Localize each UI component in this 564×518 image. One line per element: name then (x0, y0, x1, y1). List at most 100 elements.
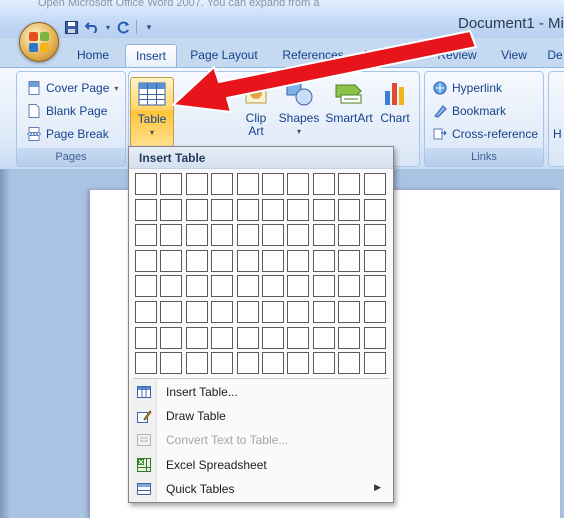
table-grid-cell[interactable] (160, 352, 182, 374)
table-grid-cell[interactable] (313, 275, 335, 297)
table-grid-cell[interactable] (287, 275, 309, 297)
table-grid-cell[interactable] (211, 250, 233, 272)
table-grid-cell[interactable] (287, 327, 309, 349)
table-grid-cell[interactable] (186, 199, 208, 221)
table-grid-cell[interactable] (135, 250, 157, 272)
table-grid-cell[interactable] (237, 327, 259, 349)
table-grid-cell[interactable] (262, 173, 284, 195)
undo-icon[interactable] (83, 18, 101, 36)
quick-tables-menu-item[interactable]: Quick Tables ▶ (129, 477, 393, 501)
table-grid-cell[interactable] (186, 173, 208, 195)
table-grid-cell[interactable] (135, 275, 157, 297)
table-grid-cell[interactable] (313, 173, 335, 195)
table-grid-cell[interactable] (211, 327, 233, 349)
blank-page-button[interactable]: Blank Page (27, 101, 107, 121)
tab-mailings[interactable]: Mailings (357, 44, 415, 68)
table-grid-cell[interactable] (237, 352, 259, 374)
clip-art-button[interactable]: Clip Art (233, 77, 279, 147)
table-grid-cell[interactable] (186, 275, 208, 297)
table-grid-cell[interactable] (338, 199, 360, 221)
table-grid-cell[interactable] (211, 352, 233, 374)
table-grid-cell[interactable] (262, 327, 284, 349)
table-grid-cell[interactable] (287, 250, 309, 272)
table-grid-cell[interactable] (237, 199, 259, 221)
tab-references[interactable]: References (277, 44, 349, 68)
table-grid-cell[interactable] (262, 352, 284, 374)
tab-developer[interactable]: De (546, 44, 564, 68)
table-grid-cell[interactable] (287, 173, 309, 195)
convert-text-menu-item[interactable]: Convert Text to Table... (129, 428, 393, 452)
table-grid-cell[interactable] (186, 250, 208, 272)
table-grid-cell[interactable] (135, 327, 157, 349)
table-grid-cell[interactable] (160, 199, 182, 221)
table-grid-cell[interactable] (338, 327, 360, 349)
save-icon[interactable] (62, 18, 80, 36)
table-grid-cell[interactable] (211, 301, 233, 323)
table-grid-cell[interactable] (237, 301, 259, 323)
table-grid-cell[interactable] (262, 199, 284, 221)
table-grid-cell[interactable] (160, 275, 182, 297)
table-grid-cell[interactable] (364, 352, 386, 374)
cross-reference-button[interactable]: Cross-reference (433, 124, 538, 144)
table-grid-cell[interactable] (364, 327, 386, 349)
table-grid-cell[interactable] (186, 224, 208, 246)
header-button[interactable]: H (553, 124, 562, 144)
table-grid-cell[interactable] (211, 199, 233, 221)
table-grid-cell[interactable] (364, 224, 386, 246)
table-grid-cell[interactable] (262, 224, 284, 246)
table-grid-cell[interactable] (135, 173, 157, 195)
table-grid-cell[interactable] (287, 352, 309, 374)
table-grid-cell[interactable] (364, 199, 386, 221)
smartart-button[interactable]: SmartArt (324, 77, 374, 147)
chart-button[interactable]: Chart (374, 77, 416, 147)
table-grid-cell[interactable] (338, 250, 360, 272)
cover-page-button[interactable]: Cover Page ▾ (27, 78, 118, 98)
table-grid-cell[interactable] (287, 199, 309, 221)
insert-table-menu-item[interactable]: Insert Table... (129, 380, 393, 404)
table-grid-cell[interactable] (313, 301, 335, 323)
table-grid-cell[interactable] (287, 301, 309, 323)
table-grid-cell[interactable] (160, 224, 182, 246)
tab-insert[interactable]: Insert (125, 44, 177, 69)
table-grid-cell[interactable] (135, 301, 157, 323)
table-grid-cell[interactable] (262, 301, 284, 323)
table-grid-cell[interactable] (186, 352, 208, 374)
tab-home[interactable]: Home (66, 44, 120, 68)
table-grid-cell[interactable] (237, 173, 259, 195)
table-grid-cell[interactable] (313, 352, 335, 374)
table-grid-cell[interactable] (211, 173, 233, 195)
table-grid-cell[interactable] (338, 301, 360, 323)
table-grid-cell[interactable] (160, 327, 182, 349)
page-break-button[interactable]: Page Break (27, 124, 109, 144)
table-grid-cell[interactable] (135, 224, 157, 246)
table-grid-cell[interactable] (338, 224, 360, 246)
table-grid-cell[interactable] (313, 224, 335, 246)
table-grid-cell[interactable] (160, 250, 182, 272)
customize-qat-icon[interactable]: ▾ (140, 18, 158, 36)
table-grid-cell[interactable] (338, 352, 360, 374)
draw-table-menu-item[interactable]: Draw Table (129, 404, 393, 428)
table-grid-cell[interactable] (186, 301, 208, 323)
table-grid-cell[interactable] (364, 173, 386, 195)
tab-review[interactable]: Review (432, 44, 482, 68)
table-grid-cell[interactable] (186, 327, 208, 349)
table-grid-cell[interactable] (237, 224, 259, 246)
table-grid-cell[interactable] (160, 301, 182, 323)
table-grid-cell[interactable] (211, 275, 233, 297)
tab-view[interactable]: View (494, 44, 534, 68)
excel-spreadsheet-menu-item[interactable]: Excel Spreadsheet (129, 453, 393, 477)
table-grid-cell[interactable] (237, 250, 259, 272)
table-grid-cell[interactable] (313, 327, 335, 349)
table-grid-cell[interactable] (237, 275, 259, 297)
undo-dropdown-icon[interactable]: ▾ (104, 18, 112, 36)
table-grid-cell[interactable] (364, 301, 386, 323)
table-grid-cell[interactable] (364, 250, 386, 272)
table-grid-cell[interactable] (313, 250, 335, 272)
table-grid-cell[interactable] (287, 224, 309, 246)
redo-icon[interactable] (115, 18, 133, 36)
table-grid-cell[interactable] (262, 250, 284, 272)
table-grid-cell[interactable] (262, 275, 284, 297)
table-grid-cell[interactable] (313, 199, 335, 221)
hyperlink-button[interactable]: Hyperlink (433, 78, 502, 98)
shapes-button[interactable]: Shapes ▾ (274, 77, 324, 147)
